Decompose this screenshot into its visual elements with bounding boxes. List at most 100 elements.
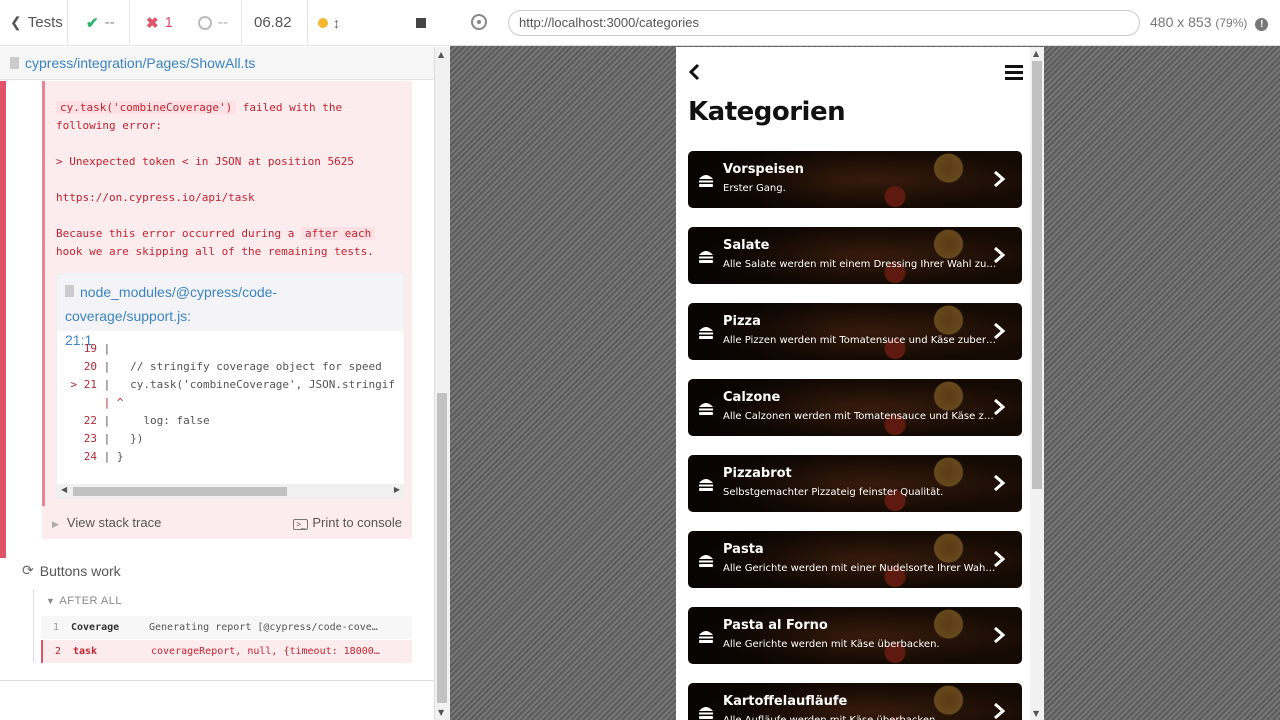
category-card[interactable]: Pasta al Forno Alle Gerichte werden mit K… [688, 607, 1022, 664]
chevron-right-icon [994, 702, 1006, 720]
scrollbar-thumb[interactable] [73, 487, 287, 496]
category-card[interactable]: Pizza Alle Pizzen werden mit Tomatensuce … [688, 303, 1022, 360]
burger-icon [699, 175, 713, 187]
hook-message: Because this error occurred during a aft… [56, 227, 376, 258]
category-description: Alle Gerichte werden mit einer Nudelsort… [723, 563, 998, 574]
code-line: | ^ [103, 396, 124, 409]
stop-icon [416, 17, 426, 28]
refresh-icon: ⟳ [22, 562, 34, 578]
up-down-arrow-icon: ↕ [333, 14, 340, 31]
command-row[interactable]: 1 Coverage Generating report [@cypress/c… [41, 616, 412, 639]
code-line: 20 | // stringify coverage object for sp… [83, 360, 382, 373]
spec-path-link[interactable]: cypress/integration/Pages/ShowAll.ts [25, 55, 255, 71]
chevron-right-icon [994, 322, 1006, 340]
app-viewport: Kategorien Vorspeisen Erster Gang. Salate A… [676, 47, 1044, 720]
caret-down-icon: ▼ [46, 596, 56, 606]
category-description: Alle Salate werden mit einem Dressing Ih… [723, 259, 997, 270]
command-row-failed[interactable]: 2 task coverageReport, null, {timeout: 1… [41, 640, 412, 663]
scrollbar-thumb[interactable] [437, 393, 447, 703]
category-name: Kartoffelaufläufe [723, 694, 848, 709]
auto-scroll-toggle[interactable]: ↕ [308, 0, 358, 46]
failed-indicator-bar [0, 81, 6, 558]
tests-back-button[interactable]: ❮ Tests [0, 0, 68, 46]
url-bar[interactable]: http://localhost:3000/categories [508, 10, 1140, 36]
reporter-scrollbar[interactable]: ▲ ▼ [434, 47, 450, 720]
status-dot-icon [318, 17, 328, 28]
burger-icon [699, 707, 713, 719]
pending-count[interactable]: -- [180, 0, 242, 46]
code-line: 19 | [83, 342, 111, 355]
file-icon [10, 57, 19, 69]
chevron-right-icon [994, 626, 1006, 644]
category-description: Alle Calzonen werden mit Tomatensauce un… [723, 411, 994, 422]
stack-trace-row: ▶ View stack trace >_ Print to console [42, 506, 412, 539]
caret-right-icon: ▶ [52, 519, 59, 529]
burger-icon [699, 631, 713, 643]
tests-label: Tests [27, 14, 63, 31]
viewport-info: 480 x 853 (79%) ! [1150, 14, 1269, 31]
category-name: Vorspeisen [723, 162, 804, 177]
scroll-up-icon: ▲ [1033, 49, 1040, 58]
code-line: 24 | } [83, 450, 124, 463]
burger-icon [699, 251, 713, 263]
category-name: Pasta [723, 542, 764, 557]
category-card[interactable]: Kartoffelaufläufe Alle Aufläufe werden mi… [688, 683, 1022, 720]
hook-tree-line [33, 590, 34, 662]
category-card[interactable]: Pasta Alle Gerichte werden mit einer Nude… [688, 531, 1022, 588]
code-line-highlighted: > 21 | cy.task('combineCoverage', JSON.s… [70, 378, 396, 391]
stop-button[interactable] [358, 0, 450, 46]
print-to-console-button[interactable]: >_ Print to console [293, 515, 402, 530]
after-all-hook[interactable]: ▼ AFTER ALL [46, 595, 122, 607]
error-message: cy.task('combineCoverage') failed with t… [56, 101, 343, 132]
pending-circle-icon [198, 15, 212, 30]
scrollbar-thumb[interactable] [1032, 61, 1042, 489]
code-line: 23 | }) [83, 432, 144, 445]
passed-count[interactable]: ✔ -- [68, 0, 130, 46]
back-arrow-icon[interactable] [688, 63, 702, 81]
category-card[interactable]: Pizzabrot Selbstgemachter Pizzateig feins… [688, 455, 1022, 512]
terminal-icon: >_ [293, 519, 309, 530]
chevron-right-icon [994, 398, 1006, 416]
scroll-down-icon: ▼ [1033, 709, 1040, 718]
category-description: Erster Gang. [723, 183, 786, 194]
horizontal-scrollbar[interactable]: ◀ ▶ [57, 484, 404, 498]
code-frame-file-link[interactable]: node_modules/@cypress/code-coverage/supp… [57, 274, 404, 348]
category-name: Calzone [723, 390, 781, 405]
divider [0, 680, 434, 681]
burger-icon [699, 327, 713, 339]
app-scrollbar[interactable]: ▲ ▼ [1030, 47, 1044, 720]
scroll-right-icon: ▶ [393, 485, 400, 494]
code-lines: 19 | 20 | // stringify coverage object f… [57, 331, 404, 466]
scroll-down-icon: ▼ [438, 708, 445, 717]
category-card[interactable]: Salate Alle Salate werden mit einem Dress… [688, 227, 1022, 284]
info-icon[interactable]: ! [1255, 18, 1269, 31]
chevron-right-icon [994, 246, 1006, 264]
category-name: Pasta al Forno [723, 618, 828, 633]
error-section: cy.task('combineCoverage') failed with t… [0, 81, 434, 558]
check-icon: ✔ [86, 14, 99, 32]
view-stack-trace-button[interactable]: ▶ View stack trace [52, 515, 161, 530]
chevron-right-icon [994, 474, 1006, 492]
burger-icon [699, 479, 713, 491]
hamburger-menu-icon[interactable] [1005, 64, 1023, 80]
test-title-row[interactable]: ⟳ Buttons work [22, 562, 121, 579]
crosshair-icon [477, 20, 481, 24]
file-icon [65, 285, 74, 297]
chevron-right-icon [994, 550, 1006, 568]
chevron-right-icon [994, 170, 1006, 188]
reporter-header: ❮ Tests ✔ -- ✖ 1 -- 06.82 ↕ [0, 0, 450, 46]
category-card[interactable]: Vorspeisen Erster Gang. [688, 151, 1022, 208]
spec-path-bar: cypress/integration/Pages/ShowAll.ts [0, 47, 434, 80]
category-card[interactable]: Calzone Alle Calzonen werden mit Tomatens… [688, 379, 1022, 436]
failed-count[interactable]: ✖ 1 [130, 0, 180, 46]
page-title: Kategorien [688, 97, 846, 127]
docs-link[interactable]: https://on.cypress.io/api/task [56, 189, 406, 207]
aut-header: http://localhost:3000/categories 480 x 8… [450, 0, 1280, 46]
category-description: Alle Aufläufe werden mit Käse überbacken… [723, 715, 998, 720]
chevron-left-icon: ❮ [10, 14, 22, 30]
category-description: Alle Gerichte werden mit Käse überbacken… [723, 639, 940, 650]
error-box: cy.task('combineCoverage') failed with t… [42, 81, 412, 539]
selector-playground-button[interactable] [471, 14, 487, 30]
category-description: Selbstgemachter Pizzateig feinster Quali… [723, 487, 944, 498]
burger-icon [699, 403, 713, 415]
